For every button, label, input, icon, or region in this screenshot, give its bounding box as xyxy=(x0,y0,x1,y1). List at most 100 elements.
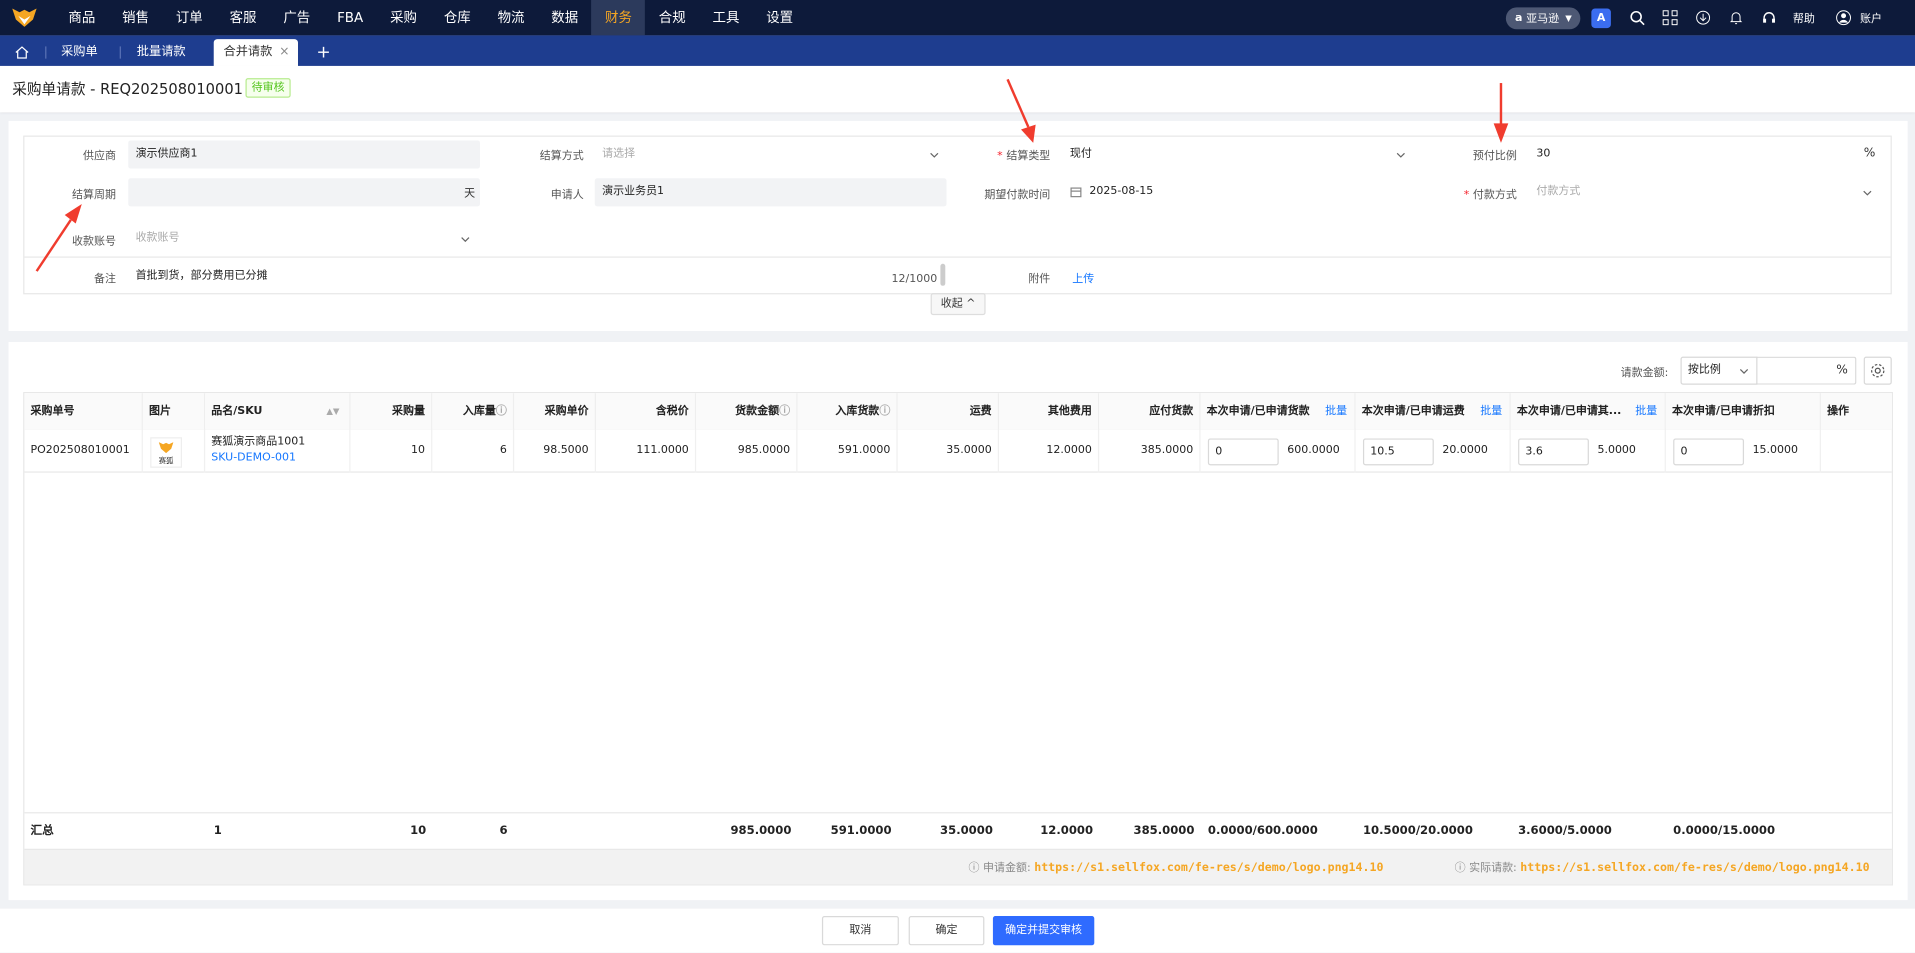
col-name-sku[interactable]: 品名/SKU ▲▼ xyxy=(205,393,351,430)
expected-pay-date[interactable]: 2025-08-15 xyxy=(1082,178,1412,206)
info-icon[interactable]: ⓘ xyxy=(779,405,790,417)
freight-apply-input[interactable]: 10.5 xyxy=(1362,438,1434,466)
sku-link[interactable]: SKU-DEMO-001 xyxy=(211,451,343,467)
app-root: 商品 销售 订单 客服 广告 FBA 采购 仓库 物流 数据 财务 合规 工具 … xyxy=(0,0,1915,953)
settle-method-select[interactable]: 请选择 xyxy=(595,140,947,168)
help-link[interactable]: 帮助 xyxy=(1793,10,1815,25)
summary-other: 12.0000 xyxy=(1040,824,1094,838)
headset-icon[interactable] xyxy=(1760,8,1780,28)
batch-other-link[interactable]: 批量 xyxy=(1635,393,1657,430)
cell-goods-apply: 0 600.0000 xyxy=(1201,429,1356,473)
discount-apply-input[interactable]: 0 xyxy=(1673,438,1745,466)
settle-method-label: 结算方式 xyxy=(539,150,584,163)
user-avatar-icon[interactable] xyxy=(1834,8,1854,28)
home-icon xyxy=(15,46,29,59)
freight-applied-value: 20.0000 xyxy=(1442,444,1488,457)
summary-freight: 35.0000 xyxy=(940,824,993,838)
col-payable: 应付货款 xyxy=(1099,393,1201,430)
fox-logo-icon[interactable] xyxy=(12,8,37,27)
action-bar: 取消 确定 确定并提交审核 xyxy=(0,908,1915,953)
nav-item-data[interactable]: 数据 xyxy=(538,0,592,35)
pay-method-label-text: 付款方式 xyxy=(1472,189,1517,202)
nav-item-service[interactable]: 客服 xyxy=(216,0,270,35)
nav-item-sales[interactable]: 销售 xyxy=(109,0,163,35)
cell-name-sku: 赛狐演示商品1001 SKU-DEMO-001 xyxy=(205,429,351,473)
tab-batch-payment[interactable]: 批量请款 xyxy=(137,39,186,66)
info-icon[interactable]: ⓘ xyxy=(496,405,507,417)
po-table: 采购单号 图片 品名/SKU ▲▼ 采购量 入库量ⓘ 采购单价 含税价 货款金额ⓘ… xyxy=(23,392,1894,886)
table-header-row: 采购单号 图片 品名/SKU ▲▼ 采购量 入库量ⓘ 采购单价 含税价 货款金额ⓘ… xyxy=(24,393,1892,430)
prepay-ratio-label: 预付比例 xyxy=(1472,150,1517,163)
goods-apply-input[interactable]: 0 xyxy=(1207,438,1279,466)
thumbnail-caption: 赛狐 xyxy=(158,456,174,466)
product-thumbnail[interactable]: 赛狐 xyxy=(150,437,182,468)
account-link[interactable]: 账户 xyxy=(1860,10,1882,25)
col-in-qty: 入库量ⓘ xyxy=(432,393,515,430)
chevron-up-icon: ^ xyxy=(966,297,976,311)
download-icon[interactable] xyxy=(1694,8,1714,28)
cell-other-apply: 3.6 5.0000 xyxy=(1511,429,1666,473)
batch-freight-link[interactable]: 批量 xyxy=(1480,393,1502,430)
settle-type-label: * 结算类型 xyxy=(953,147,1050,162)
nav-item-warehouse[interactable]: 仓库 xyxy=(430,0,484,35)
settle-type-select[interactable]: 现付 xyxy=(1063,140,1415,168)
amount-ratio-input[interactable]: % xyxy=(1756,356,1857,385)
collapse-button[interactable]: 收起 ^ xyxy=(930,293,986,316)
textarea-resize-handle[interactable] xyxy=(940,263,946,286)
account-select[interactable]: 收款账号 xyxy=(128,225,480,253)
confirm-button[interactable]: 确定 xyxy=(908,915,985,946)
summary-goods-apply: 0.0000/600.0000 xyxy=(1207,824,1318,838)
apps-grid-icon[interactable] xyxy=(1661,8,1681,28)
applicant-label: 申请人 xyxy=(550,189,584,202)
col-goods-apply: 本次申请/已申请货款 批量 xyxy=(1200,393,1356,430)
search-icon[interactable] xyxy=(1628,8,1648,28)
question-icon[interactable]: ⓘ xyxy=(968,862,979,874)
nav-item-purchase[interactable]: 采购 xyxy=(377,0,431,35)
tab-merge-payment[interactable]: 合并请款 × xyxy=(213,39,298,66)
pay-method-select[interactable]: 付款方式 xyxy=(1529,178,1877,206)
nav-item-orders[interactable]: 订单 xyxy=(162,0,216,35)
col-freight-apply-label: 本次申请/已申请运费 xyxy=(1361,405,1465,418)
col-other-apply-label: 本次申请/已申请其... xyxy=(1516,405,1622,418)
marketplace-selector[interactable]: a 亚马逊 ▼ xyxy=(1506,6,1581,29)
batch-goods-link[interactable]: 批量 xyxy=(1325,393,1347,430)
tab-purchase-order[interactable]: 采购单 xyxy=(61,39,98,66)
submit-review-button[interactable]: 确定并提交审核 xyxy=(992,915,1095,946)
column-settings-button[interactable] xyxy=(1863,356,1892,385)
nav-item-tools[interactable]: 工具 xyxy=(699,0,753,35)
nav-item-ads[interactable]: 广告 xyxy=(270,0,324,35)
col-in-amount: 入库货款ⓘ xyxy=(797,393,898,430)
settle-period-input[interactable] xyxy=(128,178,480,207)
remark-label: 备注 xyxy=(94,273,117,286)
ai-assistant-icon[interactable]: A xyxy=(1591,7,1611,28)
amount-mode-select[interactable]: 按比例 xyxy=(1680,356,1758,385)
upload-link[interactable]: 上传 xyxy=(1072,270,1094,286)
add-tab-icon[interactable]: + xyxy=(316,39,330,66)
close-icon[interactable]: × xyxy=(279,39,289,66)
nav-item-compliance[interactable]: 合规 xyxy=(645,0,699,35)
home-tab[interactable] xyxy=(15,39,30,66)
other-apply-input[interactable]: 3.6 xyxy=(1518,438,1589,466)
tab-divider xyxy=(119,46,121,59)
bell-icon[interactable] xyxy=(1727,8,1747,28)
col-po-number: 采购单号 xyxy=(24,393,143,430)
form-divider xyxy=(24,256,1891,258)
nav-item-fba[interactable]: FBA xyxy=(324,0,377,35)
chevron-down-icon xyxy=(1739,369,1749,374)
question-icon[interactable]: ⓘ xyxy=(1455,862,1466,874)
cell-payable: 385.0000 xyxy=(1099,429,1201,473)
col-other: 其他费用 xyxy=(999,393,1100,430)
col-freight-apply: 本次申请/已申请运费 批量 xyxy=(1355,393,1511,430)
cancel-button[interactable]: 取消 xyxy=(821,915,899,946)
top-navbar: 商品 销售 订单 客服 广告 FBA 采购 仓库 物流 数据 财务 合规 工具 … xyxy=(0,0,1915,36)
sort-icon[interactable]: ▲▼ xyxy=(326,393,339,430)
remark-textarea[interactable]: 首批到货，部分费用已分摊 xyxy=(128,263,861,291)
cell-other: 12.0000 xyxy=(999,429,1100,473)
info-icon[interactable]: ⓘ xyxy=(879,405,890,417)
product-name: 赛狐演示商品1001 xyxy=(211,436,306,449)
nav-item-settings[interactable]: 设置 xyxy=(753,0,807,35)
nav-item-products[interactable]: 商品 xyxy=(55,0,109,35)
prepay-ratio-input[interactable]: 30 xyxy=(1529,140,1877,168)
nav-item-logistics[interactable]: 物流 xyxy=(484,0,538,35)
nav-item-finance[interactable]: 财务 xyxy=(591,0,646,36)
